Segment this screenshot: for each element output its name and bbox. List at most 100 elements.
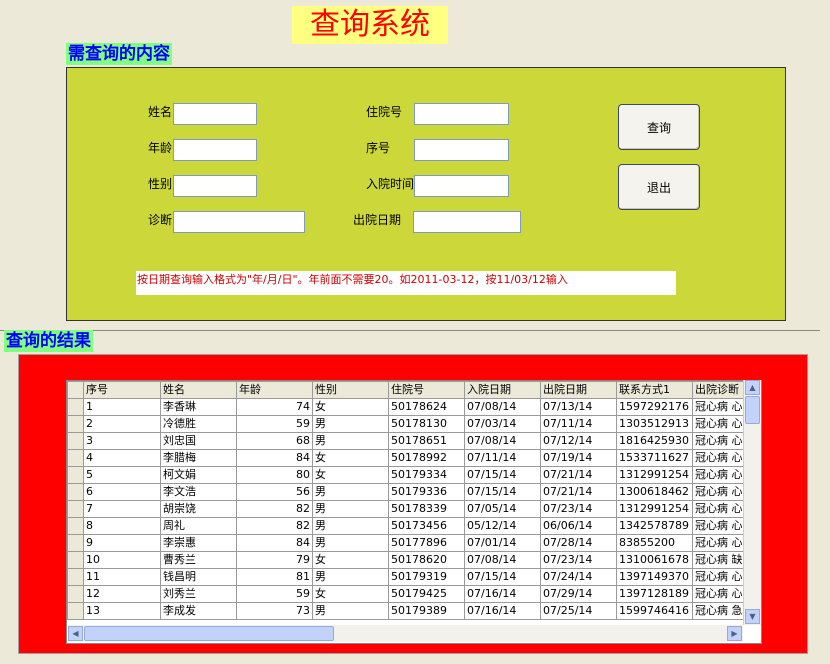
table-cell[interactable]: 07/11/14 <box>464 449 541 467</box>
table-cell[interactable]: 07/15/14 <box>464 466 541 484</box>
table-cell[interactable]: 07/16/14 <box>464 585 541 603</box>
row-selector[interactable] <box>67 432 84 450</box>
table-cell[interactable]: 74 <box>236 398 313 416</box>
table-cell[interactable]: 50178651 <box>388 432 465 450</box>
table-row[interactable]: 10 曹秀兰 79 女 50178620 07/08/14 07/23/14 13100616… <box>67 551 753 569</box>
column-header[interactable]: 联系方式1 <box>616 381 693 399</box>
table-cell[interactable]: 07/16/14 <box>464 602 541 620</box>
table-cell[interactable]: 07/15/14 <box>464 483 541 501</box>
row-selector[interactable] <box>67 534 84 552</box>
table-cell[interactable]: 50178339 <box>388 500 465 518</box>
horizontal-scroll-thumb[interactable] <box>84 626 334 641</box>
table-row[interactable]: 7 胡崇饶 82 男 50178339 07/05/14 07/23/14 131299125… <box>67 500 753 518</box>
table-cell[interactable]: 50179336 <box>388 483 465 501</box>
table-cell[interactable]: 07/23/14 <box>540 500 617 518</box>
table-cell[interactable]: 女 <box>312 466 389 484</box>
horizontal-scrollbar[interactable]: ◀ ▶ <box>68 625 743 642</box>
vertical-scroll-thumb[interactable] <box>745 396 760 424</box>
table-cell[interactable]: 07/13/14 <box>540 398 617 416</box>
table-cell[interactable]: 07/21/14 <box>540 466 617 484</box>
table-cell[interactable]: 1300618462 <box>616 483 693 501</box>
table-cell[interactable]: 柯文娟 <box>160 466 237 484</box>
table-cell[interactable]: 女 <box>312 551 389 569</box>
table-cell[interactable]: 07/29/14 <box>540 585 617 603</box>
scroll-down-icon[interactable]: ▼ <box>745 609 760 624</box>
table-cell[interactable]: 07/03/14 <box>464 415 541 433</box>
table-cell[interactable]: 05/12/14 <box>464 517 541 535</box>
table-cell[interactable]: 50179319 <box>388 568 465 586</box>
exit-button[interactable]: 退出 <box>618 164 700 210</box>
discharge-date-input[interactable] <box>413 211 521 233</box>
table-cell[interactable]: 10 <box>83 551 161 569</box>
table-cell[interactable]: 1816425930 <box>616 432 693 450</box>
table-cell[interactable]: 50179389 <box>388 602 465 620</box>
table-cell[interactable]: 1342578789 <box>616 517 693 535</box>
table-cell[interactable]: 女 <box>312 449 389 467</box>
table-cell[interactable]: 50178992 <box>388 449 465 467</box>
table-cell[interactable]: 8 <box>83 517 161 535</box>
table-cell[interactable]: 1597292176 <box>616 398 693 416</box>
table-cell[interactable]: 男 <box>312 500 389 518</box>
table-cell[interactable]: 李香琳 <box>160 398 237 416</box>
table-cell[interactable]: 1312991254 <box>616 500 693 518</box>
table-cell[interactable]: 50173456 <box>388 517 465 535</box>
table-cell[interactable]: 男 <box>312 483 389 501</box>
table-cell[interactable]: 82 <box>236 517 313 535</box>
table-cell[interactable]: 13 <box>83 602 161 620</box>
column-header[interactable]: 序号 <box>83 381 161 399</box>
table-cell[interactable]: 68 <box>236 432 313 450</box>
row-selector[interactable] <box>67 415 84 433</box>
table-cell[interactable]: 5 <box>83 466 161 484</box>
row-selector[interactable] <box>67 483 84 501</box>
table-cell[interactable]: 李崇惠 <box>160 534 237 552</box>
table-cell[interactable]: 11 <box>83 568 161 586</box>
table-cell[interactable]: 07/12/14 <box>540 432 617 450</box>
table-cell[interactable]: 84 <box>236 534 313 552</box>
table-cell[interactable]: 胡崇饶 <box>160 500 237 518</box>
table-cell[interactable]: 男 <box>312 517 389 535</box>
seq-input[interactable] <box>414 139 509 161</box>
table-cell[interactable]: 07/11/14 <box>540 415 617 433</box>
row-selector[interactable] <box>67 568 84 586</box>
table-cell[interactable]: 男 <box>312 534 389 552</box>
table-cell[interactable]: 4 <box>83 449 161 467</box>
table-cell[interactable]: 82 <box>236 500 313 518</box>
table-cell[interactable]: 钱昌明 <box>160 568 237 586</box>
table-cell[interactable]: 刘忠国 <box>160 432 237 450</box>
table-cell[interactable]: 07/23/14 <box>540 551 617 569</box>
table-cell[interactable]: 1533711627 <box>616 449 693 467</box>
table-row[interactable]: 12 刘秀兰 59 女 50179425 07/16/14 07/29/14 13971281… <box>67 585 753 603</box>
table-cell[interactable]: 80 <box>236 466 313 484</box>
table-cell[interactable]: 6 <box>83 483 161 501</box>
table-cell[interactable]: 1312991254 <box>616 466 693 484</box>
table-cell[interactable]: 男 <box>312 415 389 433</box>
table-cell[interactable]: 50178624 <box>388 398 465 416</box>
scroll-left-icon[interactable]: ◀ <box>68 626 83 641</box>
table-cell[interactable]: 07/05/14 <box>464 500 541 518</box>
table-row[interactable]: 2 冷德胜 59 男 50178130 07/03/14 07/11/14 130351291… <box>67 415 753 433</box>
table-cell[interactable]: 1599746416 <box>616 602 693 620</box>
table-cell[interactable]: 9 <box>83 534 161 552</box>
admit-time-input[interactable] <box>414 175 509 197</box>
table-cell[interactable]: 2 <box>83 415 161 433</box>
table-cell[interactable]: 1397149370 <box>616 568 693 586</box>
table-cell[interactable]: 1310061678 <box>616 551 693 569</box>
results-grid[interactable]: 序号 姓名 年龄 性别 住院号 入院日期 出院日期 联系方式1 出院诊断 1 李香琳 74 女 5017… <box>66 380 762 644</box>
column-header[interactable]: 年龄 <box>236 381 313 399</box>
table-cell[interactable]: 07/24/14 <box>540 568 617 586</box>
table-cell[interactable]: 07/28/14 <box>540 534 617 552</box>
table-cell[interactable]: 曹秀兰 <box>160 551 237 569</box>
row-selector[interactable] <box>67 551 84 569</box>
table-row[interactable]: 5 柯文娟 80 女 50179334 07/15/14 07/21/14 131299125… <box>67 466 753 484</box>
table-cell[interactable]: 73 <box>236 602 313 620</box>
table-cell[interactable]: 81 <box>236 568 313 586</box>
table-cell[interactable]: 3 <box>83 432 161 450</box>
table-cell[interactable]: 50179334 <box>388 466 465 484</box>
row-selector[interactable] <box>67 398 84 416</box>
column-header[interactable]: 入院日期 <box>464 381 541 399</box>
scroll-right-icon[interactable]: ▶ <box>727 626 742 641</box>
table-cell[interactable]: 07/08/14 <box>464 398 541 416</box>
gender-input[interactable] <box>173 175 257 197</box>
table-row[interactable]: 9 李崇惠 84 男 50177896 07/01/14 07/28/14 83855200 冠… <box>67 534 753 552</box>
table-cell[interactable]: 59 <box>236 415 313 433</box>
